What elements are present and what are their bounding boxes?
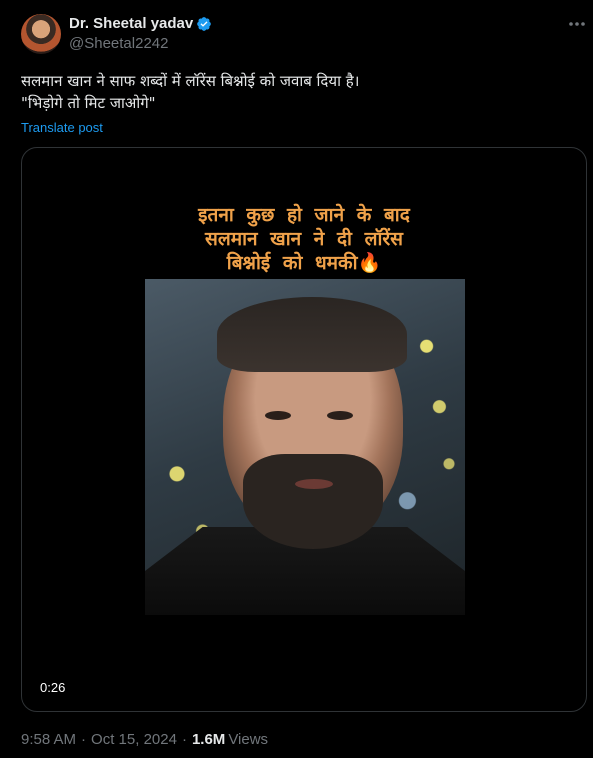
post-header: Dr. Sheetal yadav @Sheetal2242 [21, 14, 587, 54]
video-subject-mouth [295, 479, 333, 489]
video-caption-overlay: इतना कुछ हो जाने के बाद सलमान खान ने दी … [22, 203, 586, 275]
meta-separator: · [81, 731, 87, 748]
views-count[interactable]: 1.6M [192, 731, 225, 748]
post-text-line-2: "भिड़ोगे तो मिट जाओगे" [21, 94, 156, 112]
post-text-line-1: सलमान खान ने साफ शब्दों में लॉरेंस बिश्न… [21, 72, 360, 90]
video-player[interactable]: इतना कुछ हो जाने के बाद सलमान खान ने दी … [21, 147, 587, 712]
author-handle[interactable]: @Sheetal2242 [69, 35, 168, 52]
author-name-row: Dr. Sheetal yadav [69, 15, 212, 32]
video-caption-line-3: बिश्नोई को धमकी🔥 [226, 252, 382, 274]
post-text: सलमान खान ने साफ शब्दों में लॉरेंस बिश्न… [21, 70, 581, 114]
post-time[interactable]: 9:58 AM [21, 731, 76, 748]
video-caption-line-2: सलमान खान ने दी लॉरेंस [205, 228, 403, 250]
more-options-icon [569, 22, 585, 26]
video-subject-eye-left [265, 411, 291, 420]
post-date[interactable]: Oct 15, 2024 [91, 731, 177, 748]
views-label: Views [228, 731, 269, 748]
video-frame [145, 279, 465, 615]
verified-badge-icon[interactable] [196, 16, 212, 32]
video-duration: 0:26 [34, 678, 72, 697]
video-subject-hair [217, 297, 407, 372]
post-meta: 9:58 AM · Oct 15, 2024 · 1.6M Views [21, 731, 268, 748]
translate-post-link[interactable]: Translate post [21, 120, 103, 135]
video-caption-line-1: इतना कुछ हो जाने के बाद [198, 204, 410, 226]
author-name[interactable]: Dr. Sheetal yadav [69, 15, 193, 32]
video-subject-eye-right [327, 411, 353, 420]
more-options-button[interactable] [567, 16, 587, 32]
avatar[interactable] [21, 14, 61, 54]
video-subject-beard [243, 454, 383, 549]
meta-separator: · [181, 731, 187, 748]
